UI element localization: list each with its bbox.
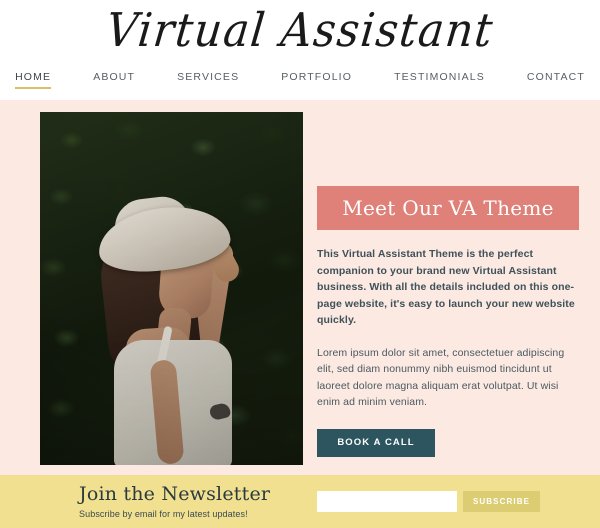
hero-paragraph-secondary: Lorem ipsum dolor sit amet, consectetuer…	[317, 346, 565, 409]
nav-item-home[interactable]: HOME	[0, 70, 72, 89]
site-header: Virtual Assistant HOME ABOUT SERVICES PO…	[0, 0, 600, 100]
nav-item-testimonials[interactable]: TESTIMONIALS	[373, 70, 506, 84]
newsletter-title: Join the Newsletter	[79, 483, 271, 505]
hero-banner-title: Meet Our VA Theme	[342, 196, 554, 220]
hero-section: Meet Our VA Theme This Virtual Assistant…	[0, 100, 600, 475]
newsletter-form: SUBSCRIBE	[317, 491, 540, 512]
nav-item-about[interactable]: ABOUT	[72, 70, 156, 84]
book-a-call-button[interactable]: BOOK A CALL	[317, 428, 435, 457]
newsletter-email-input[interactable]	[317, 491, 457, 512]
hero-banner: Meet Our VA Theme	[317, 186, 579, 230]
hero-paragraph-primary: This Virtual Assistant Theme is the perf…	[317, 248, 575, 326]
nav-item-contact[interactable]: CONTACT	[506, 70, 600, 84]
photo-grain-overlay	[40, 112, 303, 465]
newsletter-text-block: Join the Newsletter Subscribe by email f…	[79, 482, 309, 519]
nav-item-portfolio[interactable]: PORTFOLIO	[260, 70, 373, 84]
hero-content: Meet Our VA Theme This Virtual Assistant…	[317, 186, 579, 457]
subscribe-button[interactable]: SUBSCRIBE	[463, 491, 540, 512]
nav-item-services[interactable]: SERVICES	[156, 70, 260, 84]
website-preview: Virtual Assistant HOME ABOUT SERVICES PO…	[0, 0, 600, 528]
newsletter-subtitle: Subscribe by email for my latest updates…	[79, 509, 248, 519]
main-navigation: HOME ABOUT SERVICES PORTFOLIO TESTIMONIA…	[0, 70, 600, 89]
site-logo[interactable]: Virtual Assistant	[0, 0, 600, 62]
hero-photo	[40, 112, 303, 465]
